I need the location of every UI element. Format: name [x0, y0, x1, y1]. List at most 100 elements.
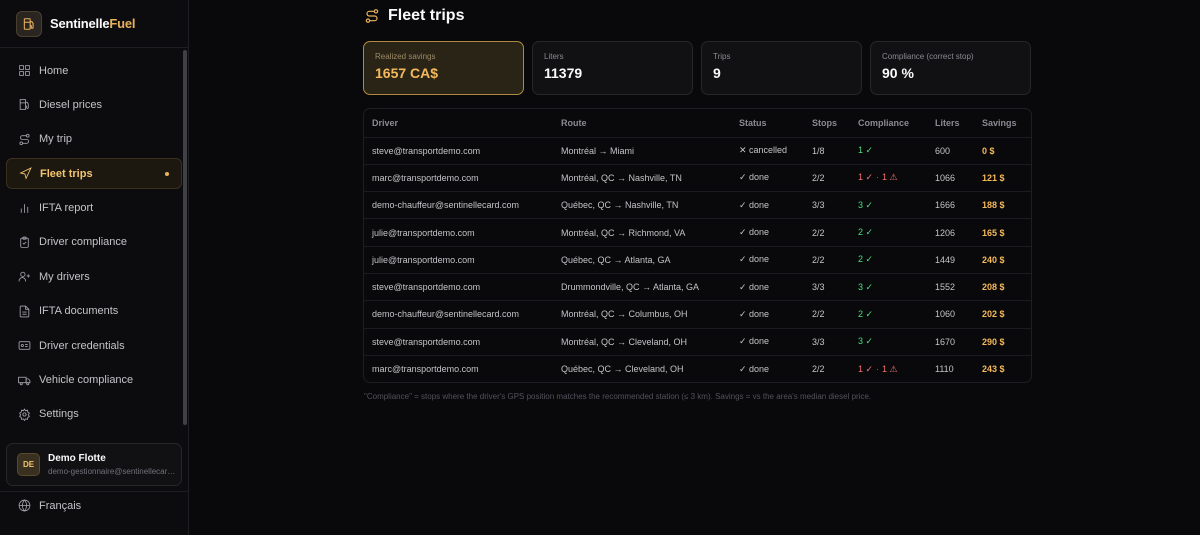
- table-row[interactable]: demo-chauffeur@sentinellecard.com Montré…: [364, 300, 1031, 328]
- cell-status: ✓ done: [739, 363, 770, 374]
- sidebar: SentinelleFuel Home Diesel prices My tri…: [0, 0, 189, 535]
- sidebar-item-home[interactable]: Home: [6, 55, 182, 86]
- compliance-ok-count: 1 ✓: [858, 363, 874, 374]
- table-row[interactable]: demo-chauffeur@sentinellecard.com Québec…: [364, 191, 1031, 219]
- table-row[interactable]: steve@transportdemo.com Drummondville, Q…: [364, 273, 1031, 300]
- column-header-compliance[interactable]: Compliance: [850, 109, 927, 137]
- column-header-stops[interactable]: Stops: [804, 109, 850, 137]
- table-row[interactable]: steve@transportdemo.com Montréal → Miami…: [364, 137, 1031, 164]
- sidebar-item-settings[interactable]: Settings: [6, 399, 182, 430]
- cell-savings: 290 $: [982, 336, 1005, 347]
- cell-route: Québec, QC → Cleveland, OH: [561, 364, 684, 375]
- table-header: Driver Route Status Stops Compliance Lit…: [364, 109, 1031, 137]
- language-switcher[interactable]: Français: [18, 499, 81, 512]
- cell-liters: 1666: [935, 200, 956, 211]
- cell-liters: 1060: [935, 309, 956, 320]
- cell-status: ✓ done: [739, 227, 770, 238]
- cell-route: Montréal, QC → Nashville, TN: [561, 172, 682, 183]
- cell-driver: julie@transportdemo.com: [372, 227, 475, 238]
- user-profile-card[interactable]: DE Demo Flotte demo-gestionnaire@sentine…: [6, 443, 182, 486]
- cell-status: ✓ done: [739, 336, 770, 347]
- table-header-row: Driver Route Status Stops Compliance Lit…: [364, 109, 1031, 137]
- cell-stops: 3/3: [812, 336, 825, 347]
- cell-stops: 1/8: [812, 145, 825, 156]
- table-row[interactable]: marc@transportdemo.com Montréal, QC → Na…: [364, 164, 1031, 191]
- grid-icon: [19, 65, 30, 76]
- compliance-ok-count: 2 ✓: [858, 308, 874, 319]
- cell-liters: 1449: [935, 254, 956, 265]
- sidebar-item-my-trip[interactable]: My trip: [6, 124, 182, 155]
- sidebar-item-label: IFTA documents: [39, 305, 119, 318]
- cell-stops: 3/3: [812, 282, 825, 293]
- route-icon: [19, 133, 30, 145]
- trips-table: Driver Route Status Stops Compliance Lit…: [364, 109, 1031, 382]
- navigation-icon: [19, 167, 32, 180]
- table-row[interactable]: marc@transportdemo.com Québec, QC → Clev…: [364, 355, 1031, 382]
- cell-driver: marc@transportdemo.com: [372, 172, 479, 183]
- column-header-driver[interactable]: Driver: [364, 109, 553, 137]
- sidebar-item-my-drivers[interactable]: My drivers: [6, 261, 182, 292]
- cell-savings: 243 $: [982, 364, 1005, 375]
- user-name: Demo Flotte: [48, 453, 106, 464]
- cell-status: ✓ done: [739, 308, 770, 319]
- cell-savings: 240 $: [982, 254, 1005, 265]
- compliance-ok-count: 1 ✓: [858, 145, 874, 156]
- compliance-ok-count: 2 ✓: [858, 254, 874, 265]
- sidebar-item-ifta-report[interactable]: IFTA report: [6, 193, 182, 224]
- sidebar-scrollbar[interactable]: [183, 50, 187, 425]
- stat-card-value: 90 %: [882, 65, 914, 81]
- cell-liters: 1206: [935, 227, 956, 238]
- gear-icon: [19, 408, 30, 421]
- compliance-separator: ·: [876, 363, 880, 374]
- stat-card-compliance: Compliance (correct stop) 90 %: [870, 41, 1031, 95]
- sidebar-item-label: IFTA report: [39, 202, 94, 215]
- sidebar-item-fleet-trips[interactable]: Fleet trips: [6, 158, 182, 190]
- cell-savings: 165 $: [982, 227, 1005, 238]
- cell-stops: 2/2: [812, 227, 825, 238]
- cell-stops: 2/2: [812, 254, 825, 265]
- sidebar-item-diesel-prices[interactable]: Diesel prices: [6, 89, 182, 120]
- cell-stops: 2/2: [812, 309, 825, 320]
- user-plus-icon: [18, 272, 30, 282]
- brand-name-accent: Fuel: [109, 16, 136, 31]
- cell-status: ✓ done: [739, 254, 770, 265]
- sidebar-item-driver-credentials[interactable]: Driver credentials: [6, 330, 182, 361]
- stat-card-label: Realized savings: [375, 52, 436, 61]
- globe-icon: [18, 499, 31, 512]
- cell-liters: 1110: [935, 364, 954, 375]
- cell-liters: 600: [935, 145, 951, 156]
- cell-route: Drummondville, QC → Atlanta, GA: [561, 282, 700, 293]
- compliance-ok-count: 2 ✓: [858, 227, 874, 238]
- cell-compliance: 3 ✓: [850, 192, 927, 219]
- column-header-status[interactable]: Status: [731, 109, 804, 137]
- cell-stops: 2/2: [812, 172, 825, 183]
- page-header: Fleet trips: [364, 7, 464, 25]
- compliance-warning-count: 1 ⚠: [882, 172, 898, 183]
- sidebar-nav: Home Diesel prices My trip Fleet trips I…: [0, 48, 188, 430]
- column-header-savings[interactable]: Savings: [974, 109, 1031, 137]
- sidebar-item-label: Diesel prices: [39, 98, 102, 111]
- sidebar-item-ifta-documents[interactable]: IFTA documents: [6, 296, 182, 327]
- compliance-ok-count: 1 ✓: [858, 172, 874, 183]
- language-label: Français: [39, 499, 82, 512]
- brand-header[interactable]: SentinelleFuel: [0, 0, 188, 48]
- table-row[interactable]: julie@transportdemo.com Québec, QC → Atl…: [364, 246, 1031, 273]
- stats-cards: Realized savings 1657 CA$ Liters 11379 T…: [363, 41, 1039, 95]
- stat-card-label: Liters: [544, 52, 564, 61]
- sidebar-item-driver-compliance[interactable]: Driver compliance: [6, 227, 182, 258]
- column-header-liters[interactable]: Liters: [927, 109, 974, 137]
- stat-card-label: Trips: [713, 52, 731, 61]
- table-row[interactable]: steve@transportdemo.com Montréal, QC → C…: [364, 328, 1031, 355]
- table-row[interactable]: julie@transportdemo.com Montréal, QC → R…: [364, 218, 1031, 246]
- compliance-ok-count: 3 ✓: [858, 336, 874, 347]
- fuel-pump-logo-icon: [16, 10, 42, 37]
- column-header-route[interactable]: Route: [553, 109, 731, 137]
- cell-compliance: 2 ✓: [850, 246, 927, 273]
- cell-savings: 188 $: [982, 200, 1005, 211]
- brand-name: SentinelleFuel: [50, 16, 136, 31]
- cell-liters: 1552: [935, 282, 956, 293]
- stat-card-label: Compliance (correct stop): [882, 52, 974, 61]
- cell-stops: 3/3: [812, 200, 825, 211]
- fuel-pump-icon: [19, 99, 29, 111]
- sidebar-item-vehicle-compliance[interactable]: Vehicle compliance: [6, 365, 182, 396]
